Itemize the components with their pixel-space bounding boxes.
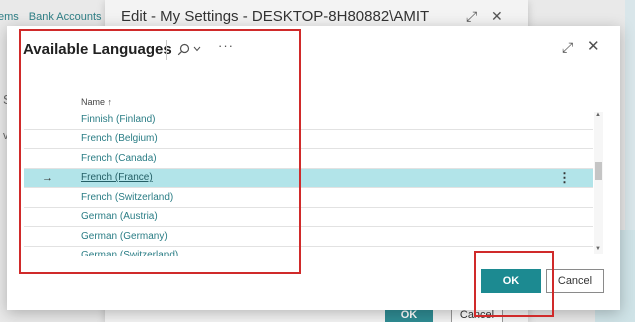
list-item[interactable]: German (Austria) bbox=[24, 208, 593, 227]
ok-button[interactable]: OK bbox=[481, 269, 541, 293]
more-options-icon[interactable]: ··· bbox=[218, 38, 234, 53]
list-item[interactable]: French (Belgium) bbox=[24, 130, 593, 149]
list-item[interactable]: → French (France) ⋮ bbox=[24, 168, 593, 188]
dialog-title: Available Languages bbox=[23, 41, 172, 58]
close-icon[interactable]: ✕ bbox=[587, 37, 600, 55]
cancel-button[interactable]: Cancel bbox=[546, 269, 604, 293]
title-separator bbox=[166, 40, 167, 60]
scrollbar[interactable]: ▲ ▼ bbox=[594, 112, 603, 254]
list-item-label[interactable]: French (Canada) bbox=[81, 153, 157, 164]
scroll-up-icon[interactable]: ▲ bbox=[595, 112, 601, 118]
edit-dialog-title: Edit - My Settings - DESKTOP-8H80882\AMI… bbox=[121, 8, 430, 25]
row-actions-icon[interactable]: ⋮ bbox=[558, 170, 571, 186]
search-icon bbox=[177, 43, 190, 55]
column-header-name[interactable]: Name ↑ bbox=[81, 97, 112, 107]
list-item-label[interactable]: Finnish (Finland) bbox=[81, 114, 155, 125]
list-item-label[interactable]: French (Belgium) bbox=[81, 133, 158, 144]
expand-icon[interactable]: ⤢ bbox=[466, 8, 477, 25]
nav-item-bank-accounts[interactable]: Bank Accounts bbox=[29, 11, 102, 23]
list-item[interactable]: French (Canada) bbox=[24, 149, 593, 169]
list-item-label[interactable]: German (Germany) bbox=[81, 231, 168, 242]
list-item[interactable]: French (Switzerland) bbox=[24, 188, 593, 208]
list-item-label[interactable]: German (Switzerland) bbox=[81, 250, 178, 256]
search-button[interactable] bbox=[177, 39, 207, 59]
list-item[interactable]: Finnish (Finland) bbox=[24, 110, 593, 130]
available-languages-dialog: Available Languages ··· ⤢ ✕ Name ↑ Finni… bbox=[7, 26, 620, 310]
list-item-label[interactable]: German (Austria) bbox=[81, 211, 158, 222]
row-selector-arrow-icon: → bbox=[42, 171, 53, 184]
list-item-label[interactable]: French (France) bbox=[81, 172, 153, 183]
languages-list: Finnish (Finland) French (Belgium) French … bbox=[24, 110, 593, 256]
scroll-thumb[interactable] bbox=[595, 162, 602, 180]
list-item[interactable]: German (Switzerland) bbox=[24, 247, 593, 256]
scroll-down-icon[interactable]: ▼ bbox=[595, 246, 601, 252]
nav-item-items[interactable]: ems bbox=[0, 11, 19, 23]
close-icon[interactable]: ✕ bbox=[491, 8, 503, 25]
chevron-down-icon bbox=[193, 46, 201, 52]
list-item[interactable]: German (Germany) bbox=[24, 227, 593, 247]
list-item-label[interactable]: French (Switzerland) bbox=[81, 192, 173, 203]
expand-icon[interactable]: ⤢ bbox=[562, 39, 573, 56]
